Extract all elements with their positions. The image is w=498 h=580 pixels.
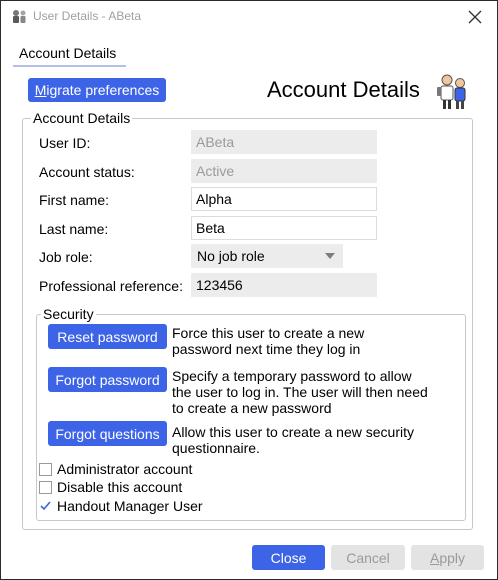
professional-reference-field[interactable]: 123456 [191, 273, 377, 297]
account-status-field: Active [191, 159, 377, 183]
cancel-button[interactable]: Cancel [331, 545, 405, 570]
last-name-input[interactable]: Beta [191, 216, 377, 240]
forgot-password-description: Specify a temporary password to allow th… [172, 368, 428, 416]
user-details-window: User Details - ABeta Account Details Mig… [0, 0, 498, 580]
administrator-account-checkbox[interactable] [39, 463, 52, 476]
user-id-field: ABeta [191, 130, 377, 154]
last-name-label: Last name: [39, 221, 109, 237]
disable-account-label: Disable this account [57, 479, 183, 495]
page-heading: Account Details [267, 77, 420, 102]
professional-reference-label: Professional reference: [39, 278, 183, 294]
chevron-down-icon [325, 253, 335, 259]
title-bar: User Details - ABeta [1, 1, 497, 33]
reset-password-button[interactable]: Reset password [48, 324, 167, 349]
migrate-preferences-button[interactable]: Migrate preferences [28, 78, 166, 102]
first-name-label: First name: [39, 192, 110, 208]
apply-button[interactable]: Apply [411, 545, 484, 570]
forgot-password-button[interactable]: Forgot password [48, 367, 167, 392]
forgot-desc-line-3: to create a new password [172, 400, 332, 416]
reset-desc-line-1: Force this user to create a new [172, 325, 365, 341]
reset-password-description: Force this user to create a new password… [172, 325, 364, 357]
questions-desc-line-2: questionnaire. [172, 440, 260, 456]
forgot-desc-line-2: the user to log in. The user will then n… [172, 384, 428, 400]
job-role-label: Job role: [39, 249, 93, 265]
close-icon[interactable] [465, 7, 485, 27]
users-group-icon [437, 74, 466, 109]
administrator-account-label: Administrator account [57, 461, 193, 477]
questions-desc-line-1: Allow this user to create a new security [172, 424, 414, 440]
handout-manager-checkbox[interactable] [39, 499, 52, 512]
forgot-questions-button[interactable]: Forgot questions [48, 421, 167, 446]
user-id-label: User ID: [39, 135, 91, 151]
forgot-desc-line-1: Specify a temporary password to allow [172, 368, 412, 384]
handout-manager-label: Handout Manager User [57, 498, 203, 514]
forgot-questions-description: Allow this user to create a new security… [172, 424, 414, 456]
first-name-input[interactable]: Alpha [191, 187, 377, 211]
job-role-select[interactable]: No job role [191, 244, 343, 268]
app-users-icon [13, 10, 26, 23]
checkmark-icon [40, 501, 51, 511]
security-legend: Security [41, 306, 96, 322]
account-status-label: Account status: [39, 164, 135, 180]
disable-account-checkbox[interactable] [39, 481, 52, 494]
window-title: User Details - ABeta [33, 9, 142, 23]
job-role-value: No job role [197, 248, 265, 264]
reset-desc-line-2: password next time they log in [172, 341, 361, 357]
tab-account-details[interactable]: Account Details [13, 41, 126, 67]
account-details-legend: Account Details [31, 110, 133, 126]
close-button[interactable]: Close [252, 545, 325, 570]
